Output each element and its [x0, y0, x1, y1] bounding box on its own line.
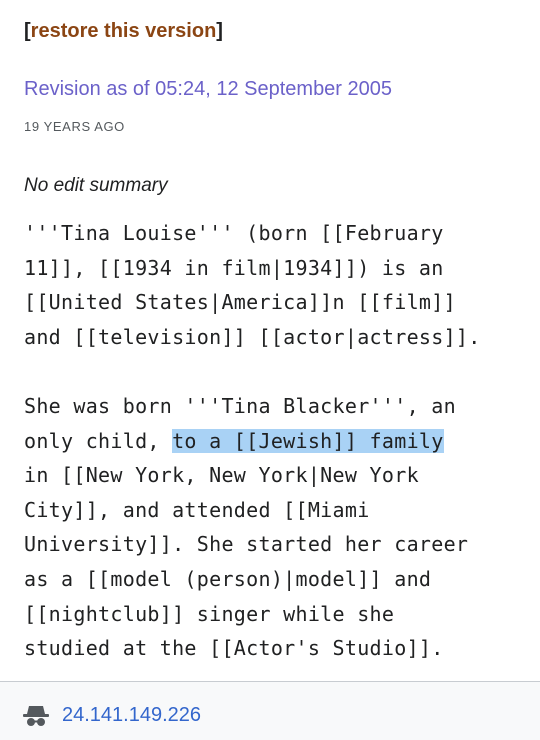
wikitext-line: [[United States|America]]n [[film]] — [24, 290, 456, 315]
wikitext-line-with-highlight: only child, to a [[Jewish]] family — [24, 424, 524, 459]
wikitext-line: '''Tina Louise''' (born [[February — [24, 221, 444, 245]
wikitext-line: in [[New York, New York|New York — [24, 463, 419, 488]
highlighted-diff-text: to a [[Jewish]] family — [172, 428, 444, 453]
wikitext-line: and [[television]] [[actor|actress]]. — [24, 324, 481, 349]
wikitext-line: as a [[model (person)|model]] and — [24, 566, 432, 591]
restore-version-link[interactable]: restore this version — [31, 20, 217, 42]
wikitext-text: only child, — [24, 428, 173, 453]
author-row[interactable]: 24.141.149.226 — [22, 704, 201, 727]
revision-page: [restore this version] Revision as of 05… — [0, 0, 540, 740]
wikitext-line: studied at the [[Actor's Studio]]. — [24, 636, 444, 661]
wikitext-line: 11]], [[1934 in film|1934]]) is an — [24, 255, 444, 280]
wikitext-content: '''Tina Louise''' (born [[February 11]],… — [24, 216, 524, 666]
revision-title-link[interactable]: Revision as of 05:24, 12 September 2005 — [24, 78, 392, 101]
relative-timestamp: 19 YEARS AGO — [24, 119, 125, 134]
wikitext-line: [[nightclub]] singer while she — [24, 601, 395, 626]
edit-summary: No edit summary — [24, 175, 168, 196]
wikitext-line: City]], and attended [[Miami — [24, 497, 370, 522]
restore-close-bracket: ] — [216, 20, 223, 42]
wikitext-line: University]]. She started her career — [24, 532, 469, 557]
restore-version-line: [restore this version] — [24, 20, 223, 43]
wikitext-line: She was born '''Tina Blacker''', an — [24, 393, 456, 418]
anonymous-user-icon — [22, 705, 50, 727]
restore-open-bracket: [ — [24, 20, 31, 42]
author-ip-link[interactable]: 24.141.149.226 — [62, 704, 201, 727]
